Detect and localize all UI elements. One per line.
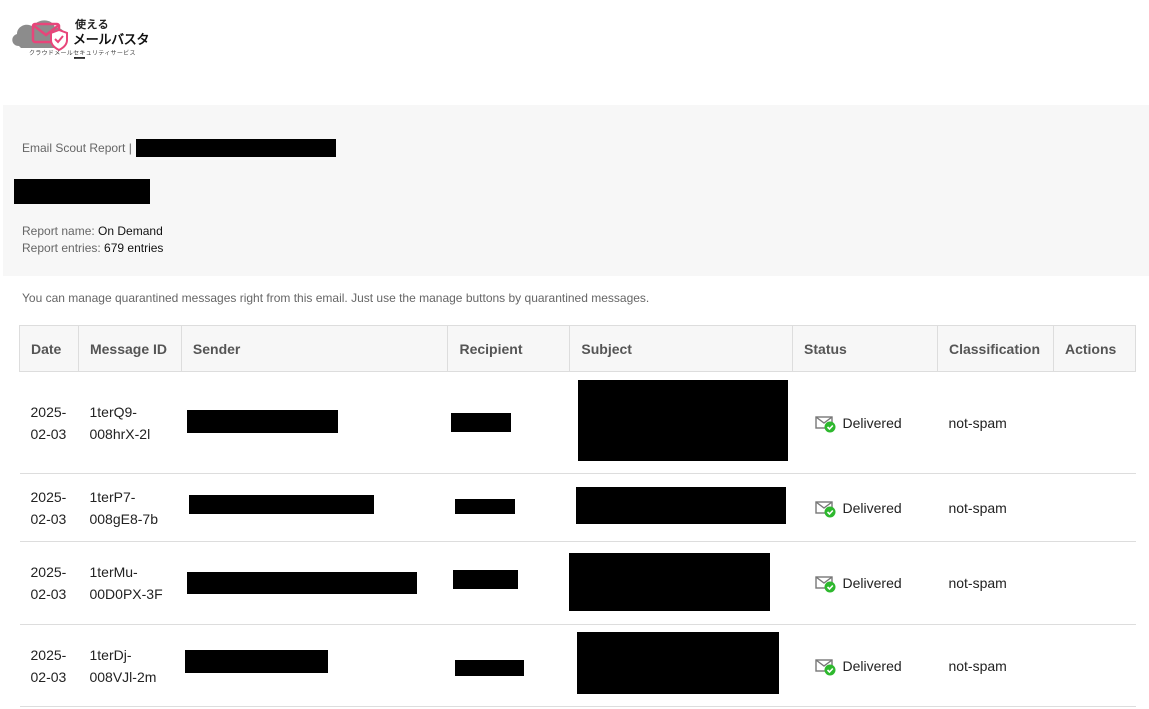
logo-tagline: クラウドメールセキュリティサービス <box>29 51 136 57</box>
status-text: Delivered <box>842 414 902 431</box>
cell-subject <box>569 371 793 474</box>
cell-actions <box>1053 541 1136 625</box>
status-text: Delivered <box>842 657 902 674</box>
column-header-sender[interactable]: Sender <box>180 325 449 372</box>
report-name-label: Report name: <box>22 224 95 238</box>
table-row[interactable]: 2025- 02-03 1terQ9- 008hrX-2l Delivered … <box>19 371 1136 474</box>
redacted-block <box>450 413 511 432</box>
header-band <box>0 0 1149 105</box>
column-header-classification[interactable]: Classification <box>936 325 1054 372</box>
cell-subject <box>569 473 793 542</box>
cell-classification: not-spam <box>937 541 1054 625</box>
redacted-block <box>136 139 336 157</box>
report-entries-label: Report entries: <box>22 241 101 255</box>
cell-message-id: 1terQ9- 008hrX-2l <box>78 371 182 474</box>
envelope-check-icon <box>814 659 836 676</box>
envelope-check-icon <box>814 501 836 518</box>
cell-subject <box>568 541 793 625</box>
cell-status: Delivered <box>792 473 938 542</box>
cell-actions <box>1053 371 1136 474</box>
cell-classification: not-spam <box>937 371 1054 474</box>
redacted-block <box>14 179 150 204</box>
table-row[interactable]: 2025- 02-03 1terP7- 008gE8-7b Delivered … <box>19 473 1136 542</box>
envelope-check-icon <box>814 576 836 593</box>
report-name-line: Report name: On Demand <box>22 224 163 238</box>
redacted-block <box>189 495 375 514</box>
report-entries-line: Report entries: 679 entries <box>22 241 163 255</box>
report-title-prefix: Email Scout Report | <box>22 141 132 155</box>
redacted-block <box>187 410 339 433</box>
cell-recipient <box>447 473 570 542</box>
cell-classification: not-spam <box>937 473 1054 542</box>
report-summary-panel: Email Scout Report | Report name: On Dem… <box>3 105 1149 276</box>
cell-status: Delivered <box>792 624 938 707</box>
cell-recipient <box>447 541 570 625</box>
status-text: Delivered <box>842 575 902 591</box>
column-header-message-id[interactable]: Message ID <box>77 325 182 372</box>
column-header-date[interactable]: Date <box>19 325 79 372</box>
redacted-block <box>452 570 518 589</box>
redacted-block <box>454 660 524 676</box>
redacted-block <box>577 380 788 461</box>
cell-message-id: 1terMu- 00D0PX-3F <box>78 541 182 625</box>
cell-sender <box>181 541 448 625</box>
redacted-block <box>454 499 515 514</box>
column-header-recipient[interactable]: Recipient <box>447 325 571 372</box>
cell-date: 2025- 02-03 <box>19 624 79 707</box>
report-title: Email Scout Report | <box>22 141 132 155</box>
cell-status: Delivered <box>792 371 938 474</box>
cell-classification: not-spam <box>937 624 1054 707</box>
cell-message-id: 1terP7- 008gE8-7b <box>78 473 182 542</box>
cell-recipient <box>447 371 570 474</box>
messages-table: Date Message ID Sender Recipient Subject… <box>19 325 1137 707</box>
redacted-block <box>187 572 418 594</box>
cell-sender <box>181 473 448 542</box>
status-text: Delivered <box>842 499 902 516</box>
cell-message-id: 1terDj- 008VJl-2m <box>78 624 182 707</box>
redacted-block <box>568 553 770 611</box>
cell-date: 2025- 02-03 <box>19 371 79 474</box>
quarantine-notice: You can manage quarantined messages righ… <box>22 291 650 305</box>
redacted-block <box>575 487 786 524</box>
cell-date: 2025- 02-03 <box>19 473 79 542</box>
report-entries-value: 679 entries <box>104 241 164 255</box>
report-name-value: On Demand <box>98 224 163 238</box>
cell-sender <box>181 624 448 707</box>
redacted-block <box>576 632 779 694</box>
column-header-subject[interactable]: Subject <box>569 325 794 372</box>
brand-logo: 使える メールバスター クラウドメールセキュリティサービス <box>3 6 158 66</box>
column-header-actions: Actions <box>1052 325 1137 372</box>
column-header-status[interactable]: Status <box>792 325 938 372</box>
redacted-block <box>185 650 329 673</box>
table-row[interactable]: 2025- 02-03 1terDj- 008VJl-2m Delivered … <box>19 624 1136 707</box>
cell-actions <box>1053 624 1136 707</box>
cell-status: Delivered <box>792 541 938 625</box>
table-header-row: Date Message ID Sender Recipient Subject… <box>19 325 1137 372</box>
cell-recipient <box>447 624 570 707</box>
cell-subject <box>569 624 793 707</box>
cell-sender <box>181 371 448 474</box>
table-row[interactable]: 2025- 02-03 1terMu- 00D0PX-3F Delivered … <box>19 541 1136 625</box>
cell-date: 2025- 02-03 <box>19 541 79 625</box>
cell-actions <box>1053 473 1136 542</box>
envelope-check-icon <box>814 416 836 433</box>
